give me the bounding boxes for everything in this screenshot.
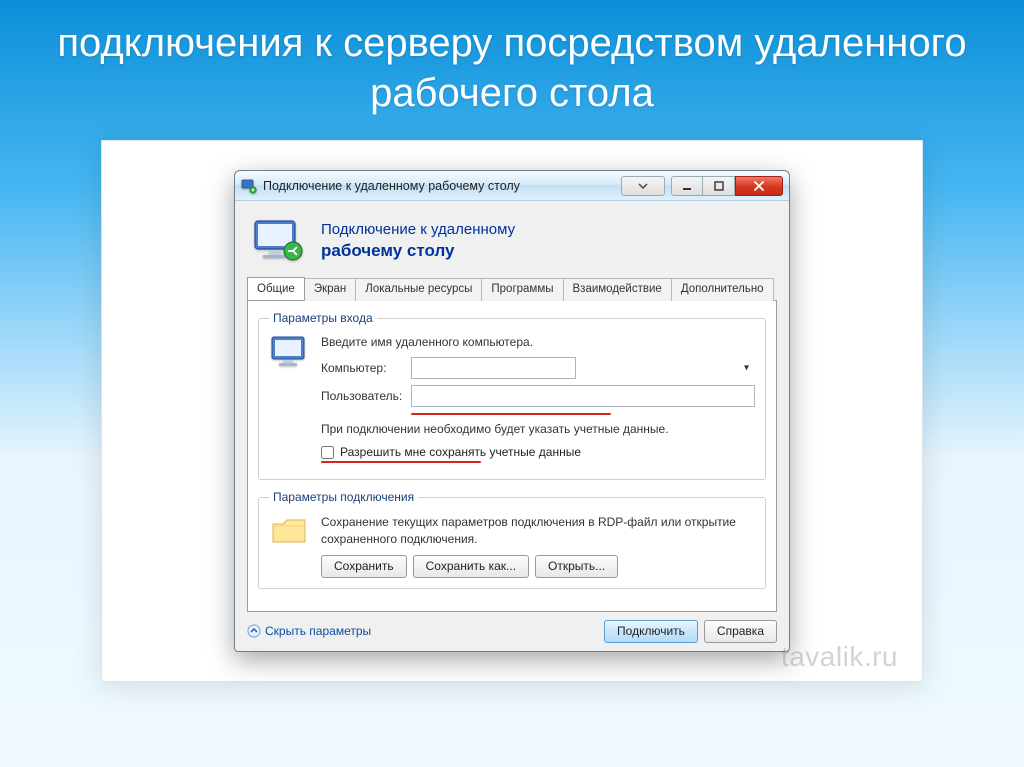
close-icon <box>753 181 765 191</box>
login-note: При подключении необходимо будет указать… <box>321 421 755 437</box>
save-credentials-label: Разрешить мне сохранять учетные данные <box>340 445 581 459</box>
connection-group: Параметры подключения Сохранение текущих… <box>258 490 766 588</box>
help-button[interactable]: Справка <box>704 620 777 643</box>
tab-panel-general: Параметры входа Введите имя удаленного <box>247 300 777 612</box>
tab-programs[interactable]: Программы <box>481 278 563 301</box>
tabs: Общие Экран Локальные ресурсы Программы … <box>247 277 777 300</box>
banner-monitor-icon <box>251 219 307 263</box>
titlebar-dropdown[interactable] <box>621 176 665 196</box>
slide-frame: Подключение к удаленному рабочему столу <box>101 140 923 682</box>
save-button[interactable]: Сохранить <box>321 555 407 578</box>
save-as-button[interactable]: Сохранить как... <box>413 555 529 578</box>
chevron-down-icon <box>638 182 648 190</box>
watermark: tavalik.ru <box>781 641 898 673</box>
tab-advanced[interactable]: Дополнительно <box>671 278 774 301</box>
tab-local-resources[interactable]: Локальные ресурсы <box>355 278 482 301</box>
login-group: Параметры входа Введите имя удаленного <box>258 311 766 480</box>
login-hint: Введите имя удаленного компьютера. <box>321 335 755 349</box>
slide-title: подключения к серверу посредством удален… <box>0 18 1024 118</box>
banner-title-line2: рабочему столу <box>321 240 515 262</box>
hide-parameters-link[interactable]: Скрыть параметры <box>247 624 371 638</box>
window-controls <box>671 176 783 196</box>
hide-parameters-label: Скрыть параметры <box>265 624 371 638</box>
annotation-redline-checkbox <box>321 461 481 463</box>
login-group-legend: Параметры входа <box>269 311 377 325</box>
minimize-icon <box>682 181 692 191</box>
save-credentials-checkbox[interactable] <box>321 446 334 459</box>
maximize-button[interactable] <box>703 176 735 196</box>
user-input[interactable] <box>411 385 755 407</box>
close-button[interactable] <box>735 176 783 196</box>
open-button[interactable]: Открыть... <box>535 555 618 578</box>
annotation-redline-user <box>411 413 611 415</box>
banner: Подключение к удаленному рабочему столу <box>247 213 777 277</box>
window-title: Подключение к удаленному рабочему столу <box>263 179 621 193</box>
folder-icon <box>269 514 311 577</box>
maximize-icon <box>714 181 724 191</box>
tab-display[interactable]: Экран <box>304 278 356 301</box>
rdp-icon <box>241 178 257 194</box>
tab-general[interactable]: Общие <box>247 277 305 300</box>
minimize-button[interactable] <box>671 176 703 196</box>
collapse-icon <box>247 624 261 638</box>
connection-desc: Сохранение текущих параметров подключени… <box>321 514 755 546</box>
connect-button[interactable]: Подключить <box>604 620 698 643</box>
tab-experience[interactable]: Взаимодействие <box>563 278 672 301</box>
titlebar[interactable]: Подключение к удаленному рабочему столу <box>235 171 789 201</box>
rdp-dialog: Подключение к удаленному рабочему столу <box>234 170 790 652</box>
user-label: Пользователь: <box>321 389 411 403</box>
chevron-down-icon[interactable]: ▾ <box>744 363 749 374</box>
banner-title-line1: Подключение к удаленному <box>321 220 515 240</box>
computer-label: Компьютер: <box>321 361 411 375</box>
login-monitor-icon <box>269 335 311 469</box>
connection-group-legend: Параметры подключения <box>269 490 418 504</box>
computer-combobox[interactable] <box>411 357 576 379</box>
